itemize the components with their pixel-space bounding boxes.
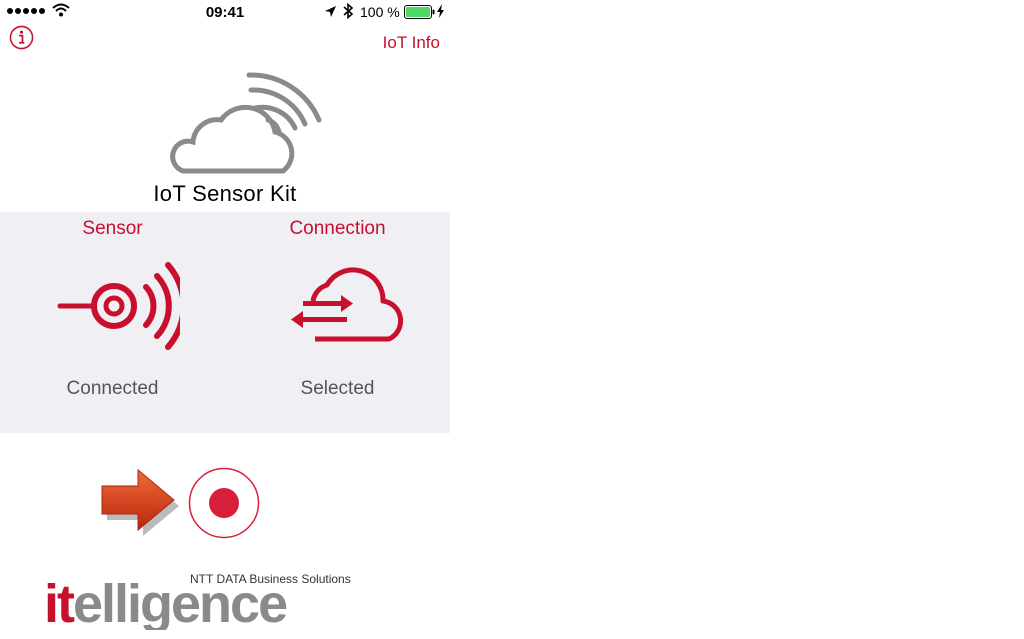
arrow-right-icon bbox=[101, 468, 179, 536]
cloud-transfer-icon bbox=[291, 267, 404, 342]
brand-tagline: NTT DATA Business Solutions bbox=[190, 572, 351, 586]
cloud-signal-icon bbox=[170, 72, 322, 174]
record-button[interactable] bbox=[188, 467, 260, 539]
sensor-signal-icon bbox=[57, 262, 180, 350]
iot-info-link[interactable]: IoT Info bbox=[383, 33, 440, 53]
sensor-status-tile[interactable]: Sensor Connected bbox=[0, 212, 225, 433]
status-panel: Sensor Connected Connection Selected bbox=[0, 212, 450, 433]
charging-bolt-icon bbox=[437, 4, 444, 18]
connection-status-tile[interactable]: Connection Selected bbox=[225, 212, 450, 433]
info-circle-icon[interactable] bbox=[9, 25, 34, 50]
battery-icon bbox=[404, 5, 435, 19]
connection-state: Selected bbox=[300, 378, 375, 399]
connection-label: Connection bbox=[289, 218, 386, 239]
battery-percent: 100 % bbox=[360, 4, 400, 20]
sensor-state: Connected bbox=[66, 378, 159, 399]
status-bar: 09:41 100 % bbox=[0, 0, 450, 24]
sensor-label: Sensor bbox=[82, 218, 143, 239]
app-screen: 09:41 100 % IoT Info IoT Sensor Kit Sens… bbox=[0, 0, 450, 639]
app-title: IoT Sensor Kit bbox=[153, 181, 297, 206]
bluetooth-icon bbox=[343, 3, 354, 19]
location-arrow-icon bbox=[325, 6, 336, 17]
